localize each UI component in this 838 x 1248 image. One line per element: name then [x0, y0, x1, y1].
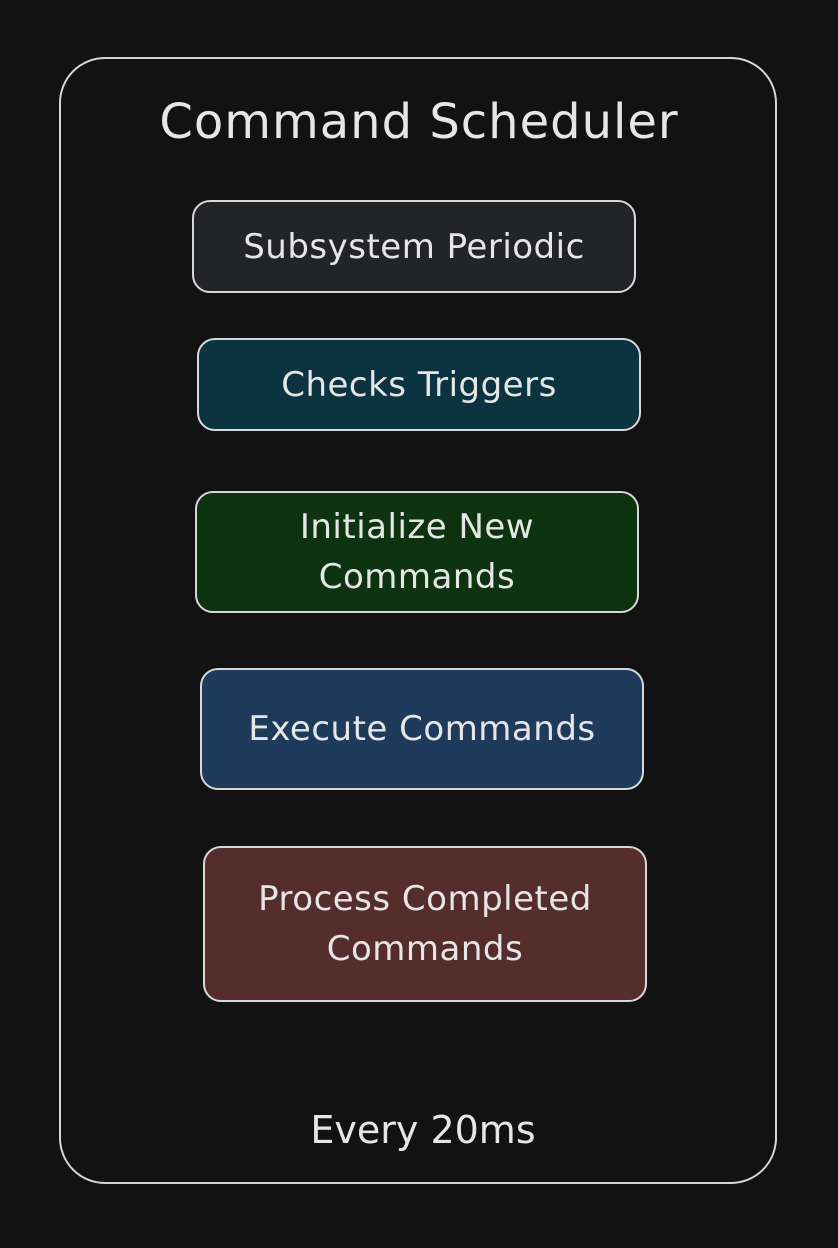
step-label: Subsystem Periodic: [243, 226, 585, 267]
step-execute-commands: Execute Commands: [200, 668, 644, 790]
cycle-period-label: Every 20ms: [310, 1108, 536, 1152]
step-label: Process Completed Commands: [258, 879, 592, 969]
diagram-title: Command Scheduler: [159, 94, 679, 150]
step-initialize-new-commands: Initialize New Commands: [195, 491, 639, 613]
step-subsystem-periodic: Subsystem Periodic: [192, 200, 636, 293]
step-label: Checks Triggers: [281, 364, 557, 405]
step-checks-triggers: Checks Triggers: [197, 338, 641, 431]
step-label: Execute Commands: [248, 709, 596, 749]
step-label: Initialize New Commands: [299, 507, 535, 597]
step-process-completed-commands: Process Completed Commands: [203, 846, 647, 1002]
